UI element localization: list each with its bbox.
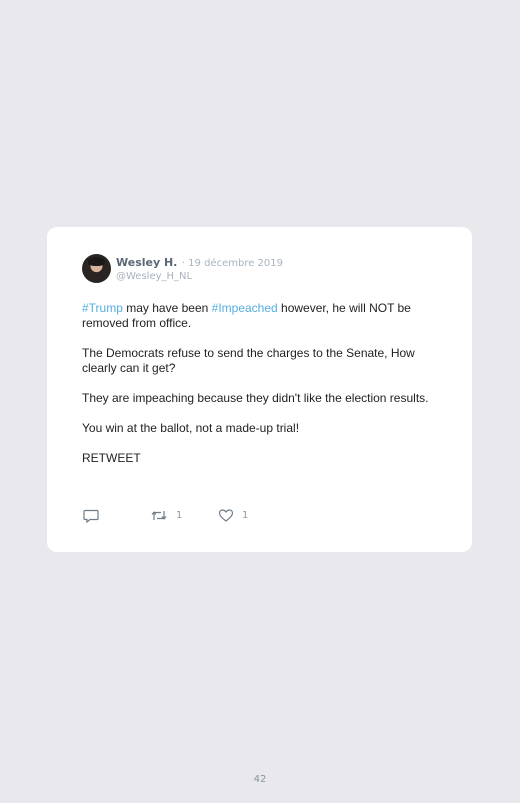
- page-number: 42: [253, 774, 267, 785]
- retweet-icon: [150, 508, 168, 523]
- tweet-paragraph: The Democrats refuse to send the charges…: [82, 346, 415, 375]
- tweet-paragraph: #Trump may have been #Impeached however,…: [82, 301, 442, 331]
- tweet-paragraph: They are impeaching because they didn't …: [82, 391, 429, 405]
- tweet-date: · 19 décembre 2019: [181, 257, 283, 269]
- heart-icon: [218, 508, 234, 523]
- like-count: 1: [242, 510, 249, 521]
- tweet-body: #Trump may have been #Impeached however,…: [82, 301, 442, 481]
- reply-button[interactable]: [83, 508, 99, 523]
- retweet-count: 1: [176, 510, 183, 521]
- like-button[interactable]: 1: [218, 508, 248, 523]
- hashtag-trump[interactable]: #Trump: [82, 301, 123, 315]
- avatar[interactable]: [82, 254, 111, 283]
- tweet-header: Wesley H. · 19 décembre 2019 @Wesley_H_N…: [82, 254, 283, 283]
- tweet-actions: 1 1: [83, 508, 283, 526]
- comment-icon: [83, 508, 99, 523]
- author-name[interactable]: Wesley H.: [116, 256, 177, 269]
- author-handle[interactable]: @Wesley_H_NL: [116, 270, 283, 283]
- tweet-paragraph: You win at the ballot, not a made-up tri…: [82, 421, 300, 435]
- tweet-text: may have been: [122, 301, 212, 315]
- retweet-button[interactable]: 1: [150, 508, 182, 523]
- tweet-paragraph: RETWEET: [82, 451, 141, 465]
- tweet-card: Wesley H. · 19 décembre 2019 @Wesley_H_N…: [47, 227, 472, 552]
- hashtag-impeached[interactable]: #Impeached: [212, 301, 278, 315]
- author-info: Wesley H. · 19 décembre 2019 @Wesley_H_N…: [116, 255, 283, 283]
